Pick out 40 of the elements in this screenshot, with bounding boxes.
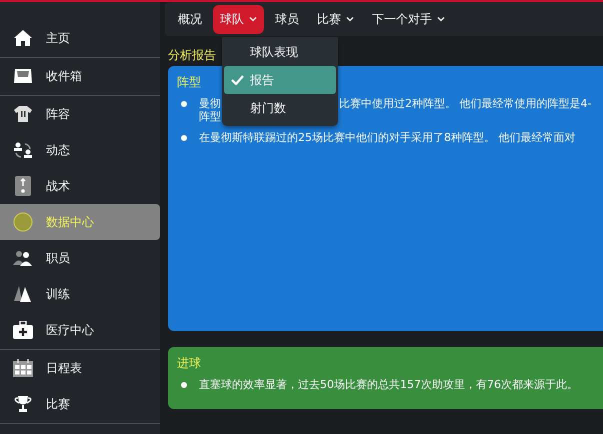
bullet-text: 比赛中使用过2种阵型。 他们最经常使用的阵型是4-: [339, 97, 592, 110]
staff-icon: [13, 250, 33, 266]
tactics-board-icon: [15, 176, 31, 196]
nav-tab[interactable]: 比赛: [310, 4, 361, 34]
home-icon: [13, 29, 33, 47]
trophy-icon: [14, 395, 32, 413]
checkmark-icon: [230, 75, 244, 85]
sidebar-item[interactable]: 训练: [0, 276, 160, 312]
sidebar-item[interactable]: 比赛: [0, 386, 160, 422]
sidebar-item[interactable]: 主页: [0, 20, 160, 56]
sidebar-item[interactable]: 医疗中心: [0, 312, 160, 348]
bullet-text: 在曼彻斯特联踢过的25场比赛中他们的对手采用了8种阵型。 他们最经常面对: [199, 131, 576, 144]
sidebar-item[interactable]: 阵容: [0, 96, 160, 132]
cone-icon: [13, 285, 33, 303]
sidebar-item[interactable]: 动态: [0, 132, 160, 168]
shirt-icon: [13, 105, 33, 123]
nav-tab[interactable]: 球员: [268, 4, 306, 34]
bullet-text: 直塞球的效率显著，过去50场比赛的总共157次助攻里，有76次都来源于此。: [199, 378, 578, 391]
menu-item[interactable]: 射门数: [224, 94, 336, 122]
medical-kit-icon: [13, 321, 33, 339]
bullet-text: 曼彻: [199, 97, 221, 110]
sidebar-item[interactable]: 战术: [0, 168, 160, 204]
page-title: 分析报告: [168, 47, 216, 64]
chevron-down-icon: [437, 16, 445, 22]
globe-icon: [13, 212, 33, 232]
nav-tab[interactable]: 下一个对手: [365, 4, 452, 34]
sidebar-item[interactable]: 职员: [0, 240, 160, 276]
menu-item[interactable]: 球队表现: [224, 38, 336, 66]
chevron-down-icon: [249, 16, 257, 22]
inbox-icon: [13, 68, 33, 84]
nav-tab[interactable]: 概况: [171, 4, 209, 34]
sidebar-item[interactable]: 日程表: [0, 350, 160, 386]
section-title: 进球: [177, 355, 201, 372]
chevron-down-icon: [346, 16, 354, 22]
nav-tab[interactable]: 球队: [213, 4, 264, 34]
people-swap-icon: [13, 141, 33, 159]
sidebar-item[interactable]: 收件箱: [0, 58, 160, 94]
section-title: 阵型: [177, 74, 201, 91]
bullet-text: 阵型: [199, 110, 221, 123]
calendar-icon: [13, 359, 33, 377]
